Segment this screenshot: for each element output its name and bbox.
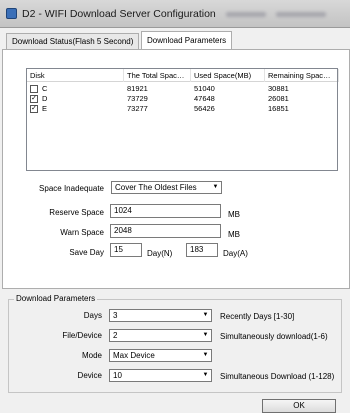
space-inadequate-select[interactable]: Cover The Oldest Files ▼ <box>111 181 222 194</box>
column-header-disk[interactable]: Disk <box>27 69 124 82</box>
days-hint: Recently Days [1-30] <box>220 312 295 321</box>
warn-space-unit: MB <box>228 230 240 239</box>
app-icon <box>6 8 17 19</box>
table-row[interactable]: C 81921 51040 30881 <box>27 84 337 94</box>
tab-download-parameters[interactable]: Download Parameters <box>141 31 233 49</box>
remaining-space: 30881 <box>268 84 289 93</box>
table-header: Disk The Total Spac… Used Space(MB) Rema… <box>27 69 339 82</box>
mode-value: Max Device <box>113 351 155 360</box>
table-row[interactable]: ✓ D 73729 47648 26081 <box>27 94 337 104</box>
column-header-used[interactable]: Used Space(MB) <box>191 69 265 82</box>
disk-c-checkbox[interactable] <box>30 85 38 93</box>
remaining-space: 16851 <box>268 104 289 113</box>
chevron-down-icon[interactable]: ▼ <box>200 330 211 341</box>
device-value: 10 <box>113 371 122 380</box>
disk-e-checkbox[interactable]: ✓ <box>30 105 38 113</box>
save-day-a-unit: Day(A) <box>223 249 248 258</box>
download-parameters-title: Download Parameters <box>14 294 98 304</box>
redacted-title-part <box>226 12 266 17</box>
chevron-down-icon[interactable]: ▼ <box>210 182 221 193</box>
chevron-down-icon[interactable]: ▼ <box>200 350 211 361</box>
used-space: 56426 <box>194 104 215 113</box>
file-device-label: File/Device <box>62 331 102 340</box>
save-day-n-unit: Day(N) <box>147 249 173 258</box>
mode-select[interactable]: Max Device ▼ <box>109 349 212 362</box>
ok-button[interactable]: OK <box>262 399 336 413</box>
days-value: 3 <box>113 311 118 320</box>
days-select[interactable]: 3 ▼ <box>109 309 212 322</box>
warn-space-label: Warn Space <box>60 228 104 237</box>
device-select[interactable]: 10 ▼ <box>109 369 212 382</box>
save-day-a-input[interactable]: 183 <box>186 243 218 257</box>
device-hint: Simultaneous Download (1-128) <box>220 372 335 381</box>
space-inadequate-value: Cover The Oldest Files <box>115 183 197 192</box>
days-label: Days <box>83 311 102 320</box>
file-device-value: 2 <box>113 331 118 340</box>
disk-table[interactable]: Disk The Total Spac… Used Space(MB) Rema… <box>26 68 339 171</box>
chevron-down-icon[interactable]: ▼ <box>200 310 211 321</box>
total-space: 81921 <box>127 84 148 93</box>
warn-space-input[interactable]: 2048 <box>110 224 221 238</box>
remaining-space: 26081 <box>268 94 289 103</box>
used-space: 47648 <box>194 94 215 103</box>
table-row[interactable]: ✓ E 73277 56426 16851 <box>27 104 337 114</box>
chevron-down-icon[interactable]: ▼ <box>200 370 211 381</box>
total-space: 73729 <box>127 94 148 103</box>
reserve-space-label: Reserve Space <box>49 208 104 217</box>
window-title: D2 - WIFI Download Server Configuration <box>22 8 216 20</box>
used-space: 51040 <box>194 84 215 93</box>
disk-name: E <box>42 104 48 113</box>
disk-d-checkbox[interactable]: ✓ <box>30 95 38 103</box>
file-device-select[interactable]: 2 ▼ <box>109 329 212 342</box>
title-bar: D2 - WIFI Download Server Configuration <box>0 0 350 28</box>
redacted-title-part <box>276 12 326 17</box>
device-label: Device <box>77 371 102 380</box>
space-inadequate-label: Space Inadequate <box>39 184 104 193</box>
save-day-n-input[interactable]: 15 <box>110 243 142 257</box>
save-day-label: Save Day <box>69 248 104 257</box>
column-header-remaining[interactable]: Remaining Spac… <box>265 69 339 82</box>
disk-name: D <box>42 94 48 103</box>
reserve-space-input[interactable]: 1024 <box>110 204 221 218</box>
tab-download-status[interactable]: Download Status(Flash 5 Second) <box>6 33 140 50</box>
reserve-space-unit: MB <box>228 210 240 219</box>
column-header-total[interactable]: The Total Spac… <box>124 69 191 82</box>
mode-label: Mode <box>81 351 102 360</box>
disk-name: C <box>42 84 48 93</box>
file-device-hint: Simultaneously download(1-6) <box>220 332 328 341</box>
total-space: 73277 <box>127 104 148 113</box>
